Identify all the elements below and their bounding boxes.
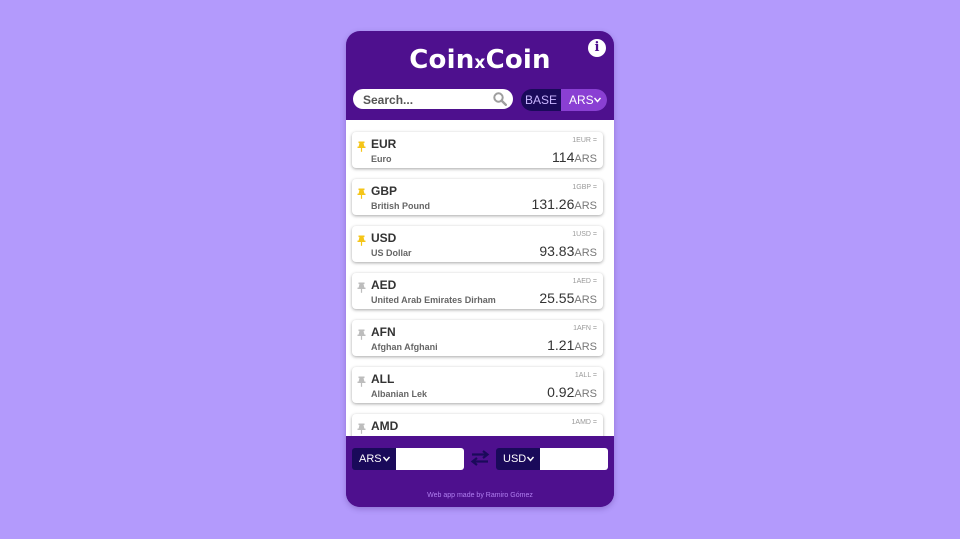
base-currency-selector[interactable]: BASE ARS <box>521 89 607 111</box>
app-title: CoinxCoin <box>346 45 614 75</box>
rate-currency: ARS <box>574 247 597 259</box>
pin-icon[interactable] <box>357 376 366 387</box>
currency-unit: 1USD = <box>572 231 597 238</box>
currency-name: Euro <box>371 154 392 164</box>
title-x: x <box>474 53 486 73</box>
footer-credit: Web app made by Ramiro Gómez <box>427 492 533 499</box>
chevron-down-icon <box>594 97 601 103</box>
rate-value: 25.55 <box>539 290 575 306</box>
pin-icon[interactable] <box>357 141 366 152</box>
pin-icon[interactable] <box>357 329 366 340</box>
chevron-down-icon <box>527 456 534 462</box>
search-icon[interactable] <box>493 92 507 106</box>
rate-currency: ARS <box>574 341 597 353</box>
currency-card[interactable]: EUR Euro 1EUR = 114ARS <box>352 132 603 168</box>
currency-list[interactable]: EUR Euro 1EUR = 114ARS GBP British Pound 1GBP … <box>346 120 614 436</box>
base-currency-value: ARS <box>569 93 594 107</box>
rate-value: 114 <box>552 149 575 165</box>
currency-card[interactable]: AFN Afghan Afghani 1AFN = 1.21ARS <box>352 320 603 356</box>
currency-code: AMD <box>371 419 399 433</box>
currency-rate: 114ARS <box>552 149 597 165</box>
currency-rate: 93.83ARS <box>539 243 597 259</box>
converter-to-select[interactable]: USD <box>496 448 540 470</box>
currency-name: United Arab Emirates Dirham <box>371 295 496 305</box>
rate-value: 0.92 <box>547 384 575 400</box>
currency-card[interactable]: AMD 1AMD = <box>352 414 603 436</box>
title-suffix: Coin <box>485 45 551 75</box>
currency-unit: 1AFN = <box>573 325 597 332</box>
currency-name: US Dollar <box>371 248 412 258</box>
search-input[interactable] <box>361 89 493 111</box>
base-currency-select[interactable]: ARS <box>561 89 607 111</box>
currency-rate: 25.55ARS <box>539 290 597 306</box>
currency-card[interactable]: ALL Albanian Lek 1ALL = 0.92ARS <box>352 367 603 403</box>
currency-card[interactable]: AED United Arab Emirates Dirham 1AED = 25.5… <box>352 273 603 309</box>
currency-code: AED <box>371 278 397 292</box>
search-box <box>353 89 513 111</box>
currency-name: British Pound <box>371 201 430 211</box>
chevron-down-icon <box>383 456 390 462</box>
converter-from-input[interactable] <box>396 448 464 470</box>
currency-card[interactable]: USD US Dollar 1USD = 93.83ARS <box>352 226 603 262</box>
currency-unit: 1AMD = <box>571 419 597 426</box>
converter-from-select[interactable]: ARS <box>352 448 396 470</box>
currency-rate: 131.26ARS <box>532 196 597 212</box>
currency-code: GBP <box>371 184 398 198</box>
pin-icon[interactable] <box>357 282 366 293</box>
currency-unit: 1GBP = <box>572 184 597 191</box>
rate-value: 1.21 <box>547 337 575 353</box>
currency-name: Afghan Afghani <box>371 342 438 352</box>
pin-icon[interactable] <box>357 235 366 246</box>
currency-unit: 1AED = <box>572 278 597 285</box>
pin-icon[interactable] <box>357 423 366 434</box>
currency-rate: 1.21ARS <box>547 337 597 353</box>
currency-unit: 1EUR = <box>572 137 597 144</box>
app-container: i CoinxCoin BASE ARS EUREuro1EUR =114ARS… <box>346 31 614 507</box>
title-prefix: Coin <box>409 45 475 75</box>
rate-currency: ARS <box>574 200 597 212</box>
currency-rate: 0.92ARS <box>547 384 597 400</box>
currency-code: ALL <box>371 372 395 386</box>
currency-card[interactable]: GBP British Pound 1GBP = 131.26ARS <box>352 179 603 215</box>
currency-code: AFN <box>371 325 396 339</box>
currency-name: Albanian Lek <box>371 389 428 399</box>
pin-icon[interactable] <box>357 188 366 199</box>
base-label: BASE <box>524 93 557 107</box>
currency-code: USD <box>371 231 397 245</box>
converter-to-value: USD <box>503 453 527 465</box>
swap-icon[interactable] <box>470 450 490 466</box>
rate-value: 93.83 <box>539 243 575 259</box>
rate-currency: ARS <box>574 294 597 306</box>
rate-value: 131.26 <box>531 196 575 212</box>
rate-currency: ARS <box>574 153 597 165</box>
converter-from-value: ARS <box>359 453 382 465</box>
currency-code: EUR <box>371 137 397 151</box>
converter-to-input[interactable] <box>540 448 608 470</box>
currency-unit: 1ALL = <box>574 372 597 379</box>
rate-currency: ARS <box>574 388 597 400</box>
